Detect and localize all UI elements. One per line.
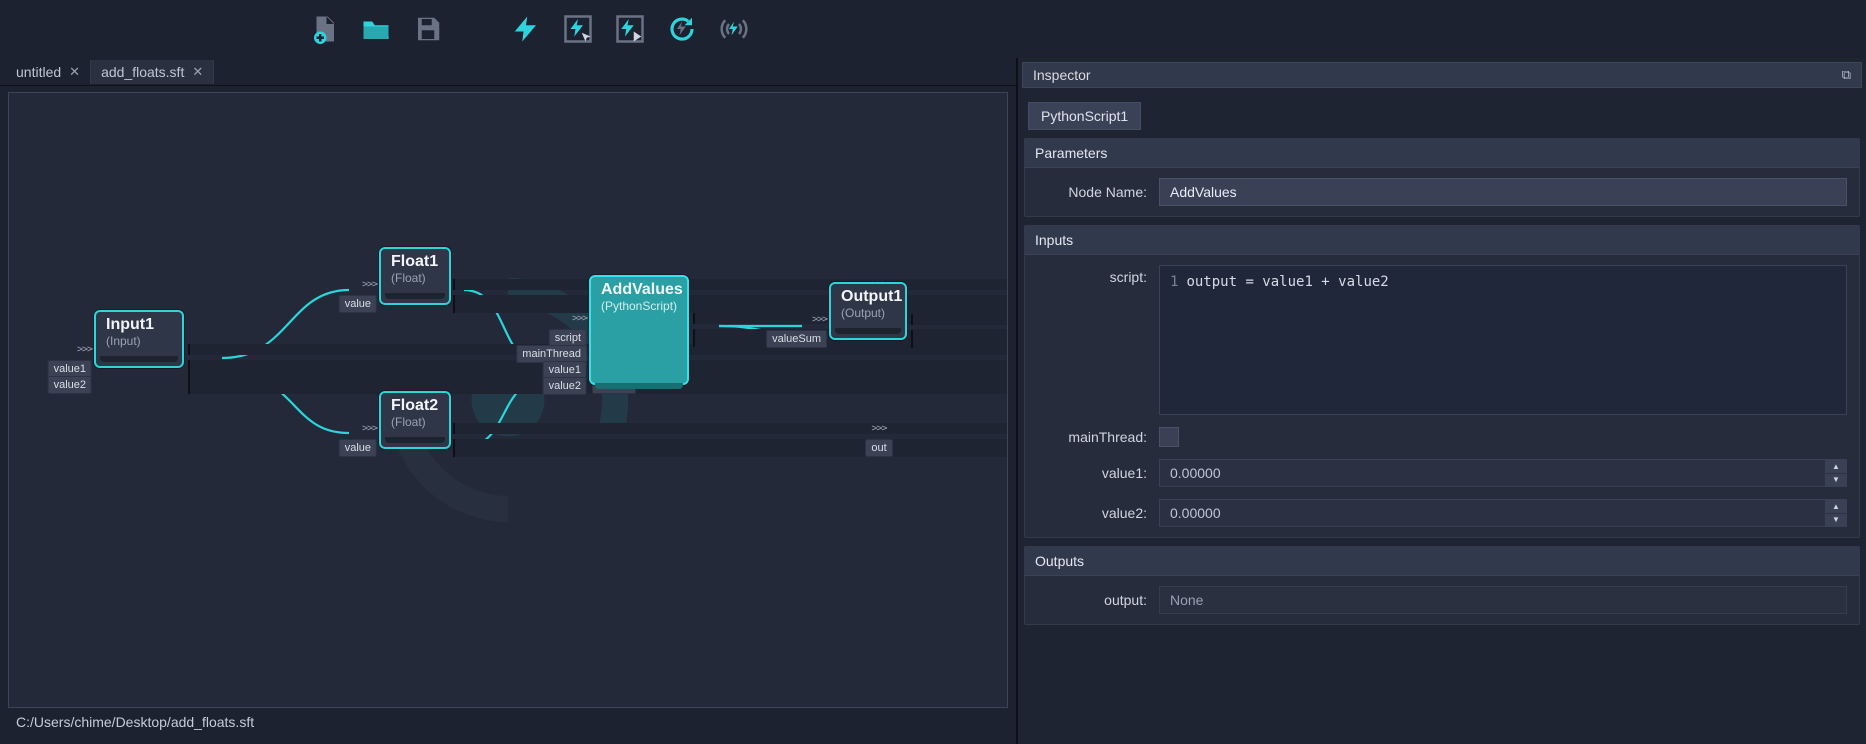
file-tabs: untitled ✕ add_floats.sft ✕ [0,58,1016,86]
inspector-header: Inspector ⧉ [1022,62,1862,88]
new-file-button[interactable] [306,11,342,47]
inputs-panel: Inputs script: 1output = value1 + value2… [1024,225,1860,538]
port-in-value[interactable]: value [339,439,377,457]
parameters-panel: Parameters Node Name: [1024,138,1860,217]
node-title: Input1 [106,316,172,334]
node-subtitle: (Float) [391,271,439,285]
inspector-title: Inspector [1033,67,1091,83]
popout-icon[interactable]: ⧉ [1842,67,1851,83]
panel-header: Inputs [1025,226,1859,255]
script-label: script: [1037,265,1147,285]
close-icon[interactable]: ✕ [192,64,203,80]
tab-add-floats[interactable]: add_floats.sft ✕ [91,60,214,84]
output-value [1159,586,1847,614]
node-subtitle: (Output) [841,306,895,320]
value1-input[interactable] [1159,459,1825,487]
port-in-value2[interactable]: value2 [48,376,92,394]
status-path: C:/Users/chime/Desktop/add_floats.sft [8,708,1008,740]
node-addvalues[interactable]: AddValues (PythonScript) >>> script main… [589,275,689,385]
value2-spinner[interactable]: ▲▼ [1825,499,1847,527]
panel-header: Parameters [1025,139,1859,168]
panel-header: Outputs [1025,547,1859,576]
port-in-exec[interactable]: >>> [362,279,377,290]
value2-input[interactable] [1159,499,1825,527]
node-float1[interactable]: Float1 (Float) >>> value >>> out [379,247,451,305]
port-in-valuesum[interactable]: valueSum [766,330,827,348]
close-icon[interactable]: ✕ [69,64,80,80]
run-button[interactable] [508,11,544,47]
port-in-exec[interactable]: >>> [572,313,587,324]
refresh-button[interactable] [664,11,700,47]
port-out-exec[interactable]: >>> [453,279,1008,290]
node-canvas[interactable]: Input1 (Input) >>> value1 value2 >>> val… [8,92,1008,708]
port-in-exec[interactable]: >>> [362,423,377,434]
tab-label: untitled [16,64,61,80]
script-editor[interactable]: 1output = value1 + value2 [1159,265,1847,415]
node-chip[interactable]: PythonScript1 [1028,102,1141,130]
toolbar [0,0,1866,58]
value2-label: value2: [1037,505,1147,521]
node-float2[interactable]: Float2 (Float) >>> value >>> out [379,391,451,449]
save-button[interactable] [410,11,446,47]
node-name-label: Node Name: [1037,184,1147,200]
value1-label: value1: [1037,465,1147,481]
mainthread-label: mainThread: [1037,429,1147,445]
node-name-input[interactable] [1159,178,1847,206]
run-pick-button[interactable] [560,11,596,47]
outputs-panel: Outputs output: [1024,546,1860,625]
node-title: Output1 [841,288,895,306]
tab-untitled[interactable]: untitled ✕ [6,60,91,84]
port-in-value2[interactable]: value2 [543,377,587,395]
node-title: Float1 [391,253,439,271]
tab-label: add_floats.sft [101,64,184,80]
port-out-exec[interactable]: >>> [453,423,1008,434]
port-in-value[interactable]: value [339,295,377,313]
port-in-exec[interactable]: >>> [812,314,827,325]
port-out[interactable]: out [453,295,1008,313]
node-title: AddValues [601,281,677,299]
port-out[interactable]: out [453,439,1008,457]
wires [9,93,1007,707]
node-input1[interactable]: Input1 (Input) >>> value1 value2 >>> val… [94,310,184,368]
node-subtitle: (Input) [106,334,172,348]
node-title: Float2 [391,397,439,415]
open-folder-button[interactable] [358,11,394,47]
node-subtitle: (PythonScript) [601,299,677,313]
broadcast-button[interactable] [716,11,752,47]
node-subtitle: (Float) [391,415,439,429]
port-out-valuesum[interactable]: valueSum [911,330,1008,348]
value1-spinner[interactable]: ▲▼ [1825,459,1847,487]
mainthread-checkbox[interactable] [1159,427,1179,447]
port-in-exec[interactable]: >>> [77,344,92,355]
output-label: output: [1037,592,1147,608]
inspector-panel: Inspector ⧉ PythonScript1 Parameters Nod… [1016,58,1866,744]
port-out-exec[interactable]: >>> [911,314,1008,325]
node-output1[interactable]: Output1 (Output) >>> valueSum >>> valueS… [829,282,907,340]
run-step-button[interactable] [612,11,648,47]
